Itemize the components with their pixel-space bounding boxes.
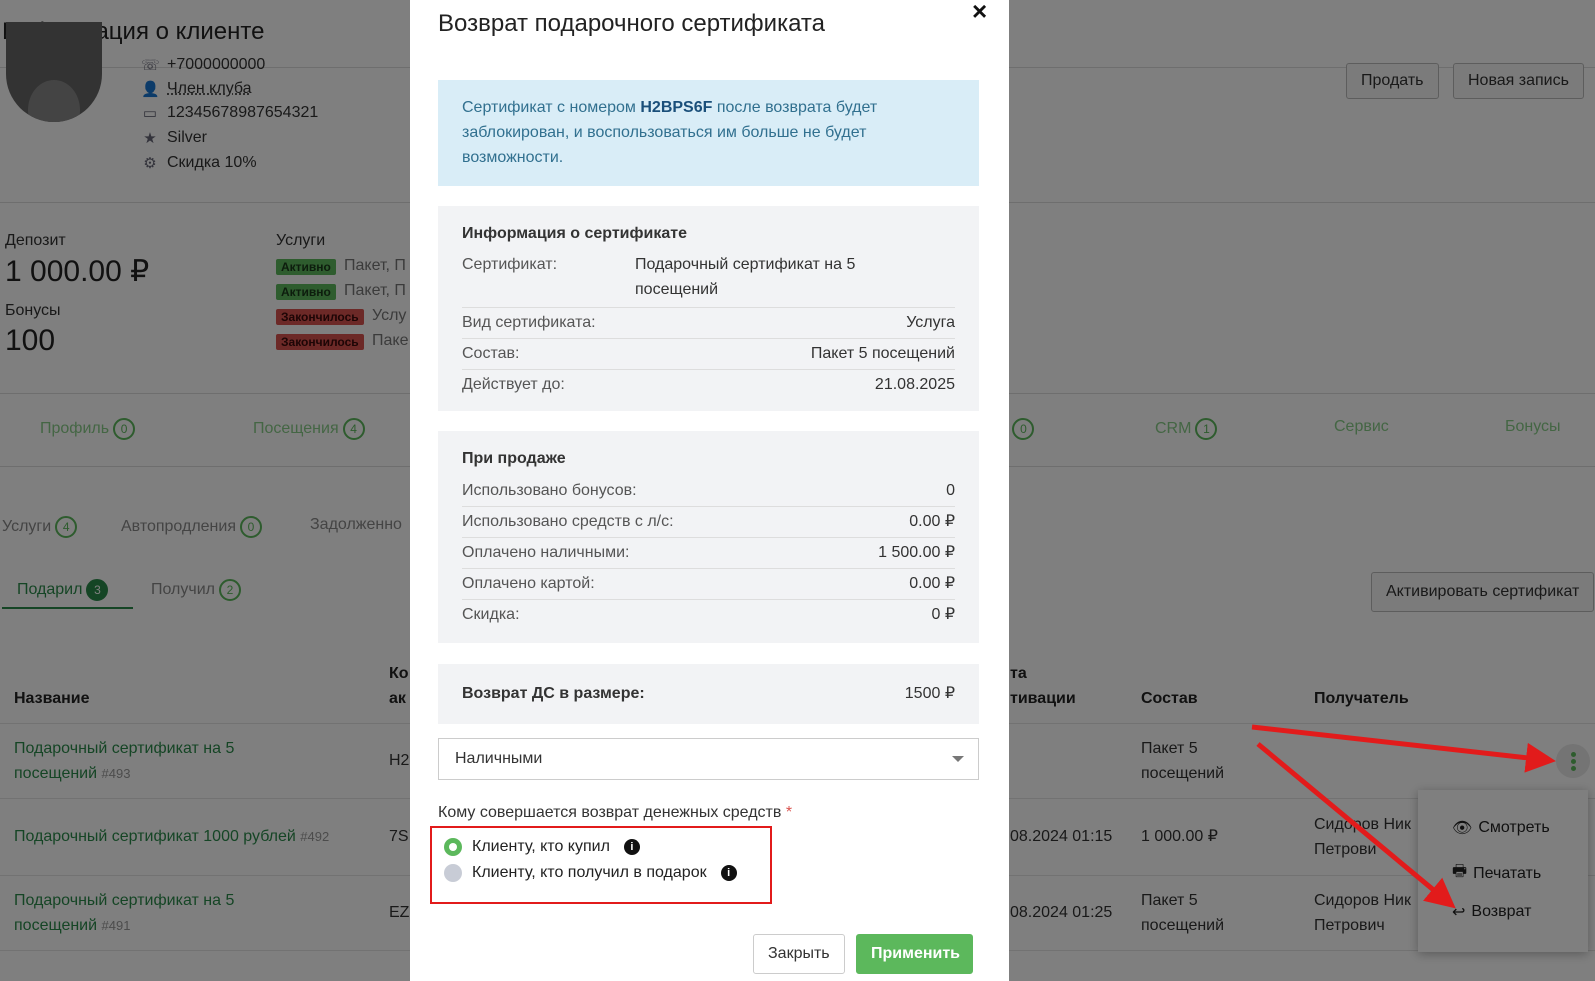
- annotation-arrows: [1251, 724, 1556, 909]
